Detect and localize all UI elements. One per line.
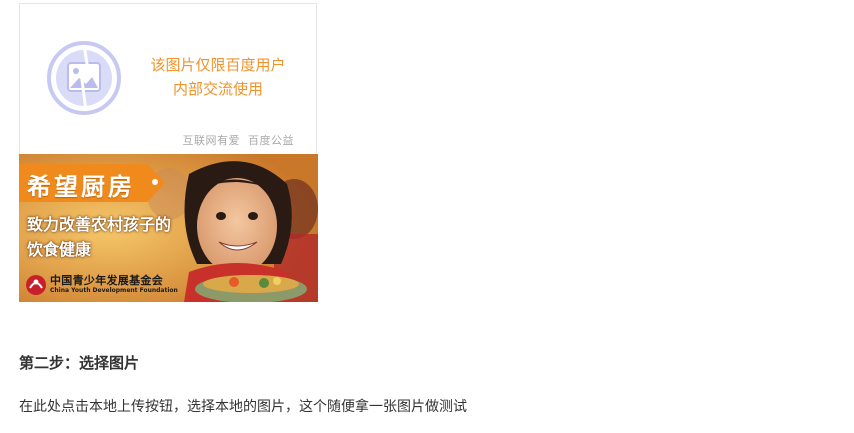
placeholder-footer: 互联网有爱 百度公益 [183,132,295,148]
step-heading: 第二步：选择图片 [19,354,140,372]
placeholder-message: 该图片仅限百度用户 内部交流使用 [138,53,298,101]
banner-dot-icon [152,179,158,185]
placeholder-message-line2: 内部交流使用 [172,80,263,98]
foundation-logo-block: 中国青少年发展基金会 China Youth Development Found… [25,272,178,298]
footer-brand: 百度公益 [248,134,294,147]
banner-slogan: 致力改善农村孩子的 饮食健康 [27,212,171,262]
banner-title: 希望厨房 [27,173,135,201]
banner-slogan-line1: 致力改善农村孩子的 [27,215,172,234]
banner-slogan-line2: 饮食健康 [27,240,92,259]
footer-slogan: 互联网有爱 [182,134,240,147]
hope-kitchen-banner[interactable]: 希望厨房 致力改善农村孩子的 饮食健康 中国青少年发展基金会 China You… [19,154,318,302]
foundation-logo-icon [26,275,46,295]
foundation-name-en: China Youth Development Foundation [50,287,178,294]
foundation-name-cn: 中国青少年发展基金会 [50,274,163,287]
image-placeholder-icon [47,41,121,115]
image-placeholder-card: 该图片仅限百度用户 内部交流使用 互联网有爱 百度公益 [19,3,317,154]
step-description: 在此处点击本地上传按钮，选择本地的图片，这个随便拿一张图片做测试 [19,399,467,415]
placeholder-message-line1: 该图片仅限百度用户 [150,56,286,74]
